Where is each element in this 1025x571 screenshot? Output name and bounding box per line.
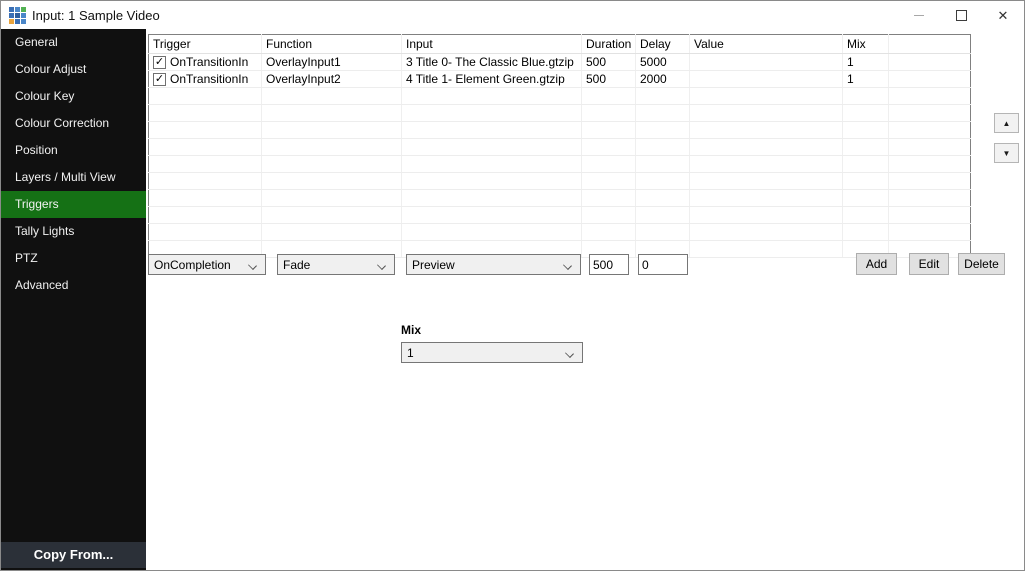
column-header-mix: Mix <box>843 35 889 54</box>
maximize-icon <box>956 10 967 21</box>
column-header-function: Function <box>262 35 402 54</box>
input-value: Preview <box>412 258 455 272</box>
chevron-down-icon <box>563 261 572 270</box>
input-cell: 3 Title 0- The Classic Blue.gtzip <box>402 54 582 71</box>
sidebar-item-triggers[interactable]: Triggers <box>1 191 146 218</box>
empty-table-row <box>149 122 971 139</box>
minimize-button[interactable] <box>898 1 940 29</box>
duration-input[interactable] <box>589 254 629 275</box>
arrow-down-icon: ▼ <box>1003 149 1011 158</box>
sidebar-item-advanced[interactable]: Advanced <box>1 272 146 299</box>
function-cell: OverlayInput2 <box>262 71 402 88</box>
empty-table-row <box>149 139 971 156</box>
check-icon: ✓ <box>155 74 164 85</box>
trigger-cell: OnTransitionIn <box>170 55 248 69</box>
column-header-delay: Delay <box>636 35 690 54</box>
function-value: Fade <box>283 258 310 272</box>
maximize-button[interactable] <box>940 1 982 29</box>
table-header-row: Trigger Function Input Duration Delay Va… <box>149 35 971 54</box>
check-icon: ✓ <box>155 57 164 68</box>
edit-button[interactable]: Edit <box>909 253 949 275</box>
input-cell: 4 Title 1- Element Green.gtzip <box>402 71 582 88</box>
title-bar: Input: 1 Sample Video ✕ <box>1 1 1024 29</box>
trigger-cell: OnTransitionIn <box>170 72 248 86</box>
column-header-input: Input <box>402 35 582 54</box>
input-settings-window: Input: 1 Sample Video ✕ General Colour A… <box>0 0 1025 571</box>
sidebar-item-ptz[interactable]: PTZ <box>1 245 146 272</box>
mix-cell: 1 <box>843 71 889 88</box>
row-checkbox[interactable]: ✓ <box>153 73 166 86</box>
delay-cell: 5000 <box>636 54 690 71</box>
function-select[interactable]: Fade <box>277 254 395 275</box>
delay-input[interactable] <box>638 254 688 275</box>
empty-table-row <box>149 156 971 173</box>
value-cell <box>690 54 843 71</box>
empty-table-row <box>149 105 971 122</box>
chevron-down-icon <box>565 349 574 358</box>
value-cell <box>690 71 843 88</box>
sidebar-item-general[interactable]: General <box>1 29 146 56</box>
trigger-type-select[interactable]: OnCompletion <box>148 254 266 275</box>
vmix-logo-icon <box>9 7 26 24</box>
sidebar-item-colour-key[interactable]: Colour Key <box>1 83 146 110</box>
sidebar-item-colour-correction[interactable]: Colour Correction <box>1 110 146 137</box>
sidebar-item-position[interactable]: Position <box>1 137 146 164</box>
input-select[interactable]: Preview <box>406 254 581 275</box>
arrow-up-icon: ▲ <box>1003 119 1011 128</box>
trigger-type-value: OnCompletion <box>154 258 231 272</box>
window-controls: ✕ <box>898 1 1024 29</box>
mix-select[interactable]: 1 <box>401 342 583 363</box>
mix-label: Mix <box>401 323 421 337</box>
move-up-button[interactable]: ▲ <box>994 113 1019 133</box>
chevron-down-icon <box>248 261 257 270</box>
duration-cell: 500 <box>582 71 636 88</box>
function-cell: OverlayInput1 <box>262 54 402 71</box>
empty-table-row <box>149 173 971 190</box>
column-header-value: Value <box>690 35 843 54</box>
column-header-trigger: Trigger <box>149 35 262 54</box>
table-row[interactable]: ✓ OnTransitionIn OverlayInput1 3 Title 0-… <box>149 54 971 71</box>
table-row[interactable]: ✓ OnTransitionIn OverlayInput2 4 Title 1-… <box>149 71 971 88</box>
column-header-duration: Duration <box>582 35 636 54</box>
mix-cell: 1 <box>843 54 889 71</box>
sidebar-item-tally-lights[interactable]: Tally Lights <box>1 218 146 245</box>
delete-button[interactable]: Delete <box>958 253 1005 275</box>
add-button[interactable]: Add <box>856 253 897 275</box>
empty-table-row <box>149 190 971 207</box>
close-icon: ✕ <box>998 9 1009 22</box>
close-button[interactable]: ✕ <box>982 1 1024 29</box>
settings-sidebar: General Colour Adjust Colour Key Colour … <box>1 29 146 571</box>
triggers-table: Trigger Function Input Duration Delay Va… <box>148 34 971 258</box>
column-header-extra <box>889 35 971 54</box>
copy-from-button[interactable]: Copy From... <box>1 542 146 568</box>
move-down-button[interactable]: ▼ <box>994 143 1019 163</box>
duration-cell: 500 <box>582 54 636 71</box>
empty-table-row <box>149 207 971 224</box>
mix-value: 1 <box>407 346 414 360</box>
empty-table-row <box>149 88 971 105</box>
chevron-down-icon <box>377 261 386 270</box>
row-checkbox[interactable]: ✓ <box>153 56 166 69</box>
empty-table-row <box>149 224 971 241</box>
minimize-icon <box>914 15 924 16</box>
sidebar-item-layers-multi-view[interactable]: Layers / Multi View <box>1 164 146 191</box>
sidebar-item-colour-adjust[interactable]: Colour Adjust <box>1 56 146 83</box>
delay-cell: 2000 <box>636 71 690 88</box>
window-title: Input: 1 Sample Video <box>32 8 160 23</box>
